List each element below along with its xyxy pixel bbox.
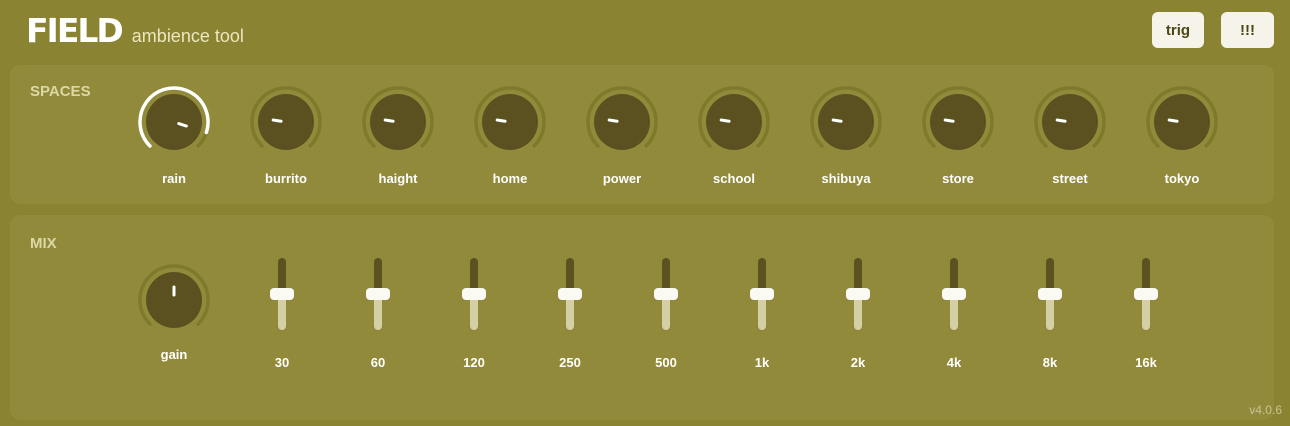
version-label: v4.0.6: [1249, 403, 1282, 417]
space-knob-power[interactable]: [582, 82, 662, 162]
space-knob-burrito-label: burrito: [265, 171, 307, 186]
spaces-title: SPACES: [30, 83, 91, 100]
eq-slider-8k[interactable]: [1035, 258, 1065, 330]
space-knob-burrito-dial[interactable]: [246, 82, 326, 162]
space-knob-burrito[interactable]: [246, 82, 326, 162]
gain-knob-dial[interactable]: [134, 260, 214, 340]
space-knob-rain-body[interactable]: [146, 94, 202, 150]
eq-slider-60[interactable]: [363, 258, 393, 330]
space-knob-tokyo-label: tokyo: [1164, 171, 1200, 186]
eq-thumb-16k[interactable]: [1134, 288, 1158, 300]
space-knob-haight[interactable]: [358, 82, 438, 162]
space-knob-burrito-body[interactable]: [258, 94, 314, 150]
space-knob-burrito-indicator: [271, 118, 283, 123]
spaces-panel: SPACES rain burrito haight home power school s…: [10, 65, 1274, 204]
space-knob-power-label: power: [602, 171, 642, 186]
space-knob-power-indicator: [607, 118, 619, 123]
app-logo: FIELD: [26, 11, 124, 50]
eq-slider-500[interactable]: [651, 258, 681, 330]
eq-thumb-8k[interactable]: [1038, 288, 1062, 300]
space-knob-home-indicator: [495, 118, 507, 123]
space-knob-home-label: home: [492, 171, 528, 186]
space-knob-shibuya-dial[interactable]: [806, 82, 886, 162]
gain-knob-label: gain: [160, 347, 188, 362]
space-knob-tokyo-body[interactable]: [1154, 94, 1210, 150]
space-knob-store-label: store: [942, 171, 974, 186]
space-knob-school[interactable]: [694, 82, 774, 162]
space-knob-power-dial[interactable]: [582, 82, 662, 162]
space-knob-haight-body[interactable]: [370, 94, 426, 150]
space-knob-home[interactable]: [470, 82, 550, 162]
eq-thumb-4k[interactable]: [942, 288, 966, 300]
space-knob-rain-dial[interactable]: [134, 82, 214, 162]
space-knob-shibuya-indicator: [831, 118, 843, 123]
gain-knob-body[interactable]: [146, 272, 202, 328]
space-knob-rain[interactable]: [134, 82, 214, 162]
eq-thumb-2k[interactable]: [846, 288, 870, 300]
space-knob-haight-indicator: [383, 118, 395, 123]
app-subtitle: ambience tool: [131, 26, 244, 46]
space-knob-power-body[interactable]: [594, 94, 650, 150]
space-knob-home-body[interactable]: [482, 94, 538, 150]
space-knob-store-dial[interactable]: [918, 82, 998, 162]
eq-slider-1k[interactable]: [747, 258, 777, 330]
space-knob-school-indicator: [719, 118, 731, 123]
space-knob-shibuya[interactable]: [806, 82, 886, 162]
eq-thumb-250[interactable]: [558, 288, 582, 300]
space-knob-tokyo[interactable]: [1142, 82, 1222, 162]
space-knob-tokyo-indicator: [1167, 118, 1179, 123]
space-knob-street[interactable]: [1030, 82, 1110, 162]
gain-knob[interactable]: [134, 260, 214, 340]
space-knob-store[interactable]: [918, 82, 998, 162]
eq-slider-4k[interactable]: [939, 258, 969, 330]
eq-slider-120[interactable]: [459, 258, 489, 330]
space-knob-street-label: street: [1052, 171, 1088, 186]
eq-thumb-500[interactable]: [654, 288, 678, 300]
app-title: FIELD ambience tool: [26, 14, 244, 47]
eq-thumb-1k[interactable]: [750, 288, 774, 300]
space-knob-school-body[interactable]: [706, 94, 762, 150]
space-knob-school-label: school: [713, 171, 755, 186]
space-knob-street-indicator: [1055, 118, 1067, 123]
mix-panel: MIX gain 30 60 120 250 500 1k 2k 4k 8k 16k: [10, 215, 1274, 420]
eq-slider-250[interactable]: [555, 258, 585, 330]
space-knob-rain-label: rain: [162, 171, 186, 186]
space-knob-shibuya-body[interactable]: [818, 94, 874, 150]
space-knob-store-indicator: [943, 118, 955, 123]
space-knob-street-dial[interactable]: [1030, 82, 1110, 162]
eq-slider-30[interactable]: [267, 258, 297, 330]
eq-label-16k: 16k: [1135, 355, 1157, 370]
space-knob-store-body[interactable]: [930, 94, 986, 150]
alert-button[interactable]: !!!: [1221, 12, 1274, 48]
eq-thumb-60[interactable]: [366, 288, 390, 300]
eq-thumb-30[interactable]: [270, 288, 294, 300]
trig-button[interactable]: trig: [1152, 12, 1204, 48]
space-knob-street-body[interactable]: [1042, 94, 1098, 150]
eq-slider-2k[interactable]: [843, 258, 873, 330]
space-knob-haight-dial[interactable]: [358, 82, 438, 162]
space-knob-home-dial[interactable]: [470, 82, 550, 162]
space-knob-shibuya-label: shibuya: [821, 171, 871, 186]
space-knob-haight-label: haight: [378, 171, 418, 186]
space-knob-school-dial[interactable]: [694, 82, 774, 162]
eq-slider-16k[interactable]: [1131, 258, 1161, 330]
space-knob-tokyo-dial[interactable]: [1142, 82, 1222, 162]
eq-thumb-120[interactable]: [462, 288, 486, 300]
mix-title: MIX: [30, 235, 57, 252]
